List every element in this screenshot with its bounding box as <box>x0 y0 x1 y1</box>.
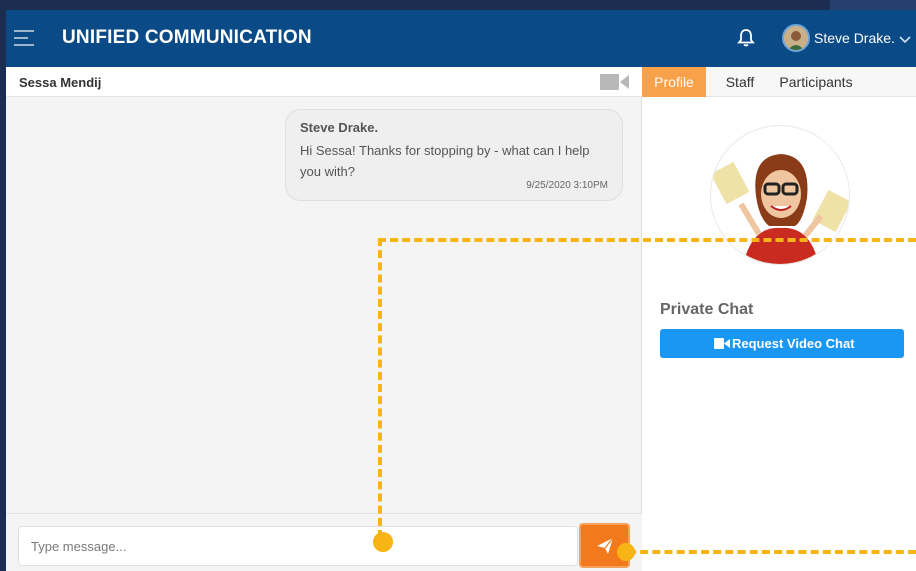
chat-header: Sessa Mendij <box>6 67 642 97</box>
message-bubble: Steve Drake. Hi Sessa! Thanks for stoppi… <box>285 109 623 201</box>
callout-line <box>378 238 382 538</box>
app-window: UNIFIED COMMUNICATION Steve Drake. Sessa… <box>6 10 916 571</box>
side-panel: Profile Staff Participants Private Chat <box>642 67 916 571</box>
send-icon <box>597 537 614 554</box>
side-tabs: Profile Staff Participants <box>642 67 916 97</box>
bell-icon[interactable] <box>736 28 756 48</box>
message-input[interactable] <box>18 526 578 566</box>
app-title: UNIFIED COMMUNICATION <box>62 27 312 48</box>
callout-line <box>378 238 916 242</box>
user-name[interactable]: Steve Drake. <box>814 30 895 46</box>
tab-participants[interactable]: Participants <box>772 67 860 97</box>
message-sender: Steve Drake. <box>300 120 379 135</box>
user-avatar[interactable] <box>782 24 810 52</box>
private-chat-title: Private Chat <box>660 301 754 318</box>
video-camera-icon <box>714 338 730 349</box>
callout-dot <box>617 543 635 561</box>
tab-profile[interactable]: Profile <box>642 67 706 97</box>
profile-avatar <box>710 125 850 265</box>
message-timestamp: 9/25/2020 3:10PM <box>526 180 608 191</box>
message-composer <box>6 513 642 571</box>
video-camera-icon[interactable] <box>600 73 630 91</box>
chevron-down-icon[interactable] <box>899 32 911 44</box>
callout-line <box>628 550 916 554</box>
request-video-chat-button[interactable]: Request Video Chat <box>660 329 904 358</box>
message-text: Hi Sessa! Thanks for stopping by - what … <box>300 143 590 179</box>
top-navigation-bar: UNIFIED COMMUNICATION Steve Drake. <box>6 10 916 67</box>
chat-panel: Sessa Mendij Steve Drake. Hi Sessa! Than… <box>6 67 642 571</box>
contact-name: Sessa Mendij <box>19 75 102 90</box>
menu-icon[interactable] <box>14 30 34 46</box>
tab-staff[interactable]: Staff <box>716 67 764 97</box>
background-strip <box>830 0 916 10</box>
request-video-chat-label: Request Video Chat <box>732 336 855 351</box>
callout-dot <box>373 532 393 552</box>
